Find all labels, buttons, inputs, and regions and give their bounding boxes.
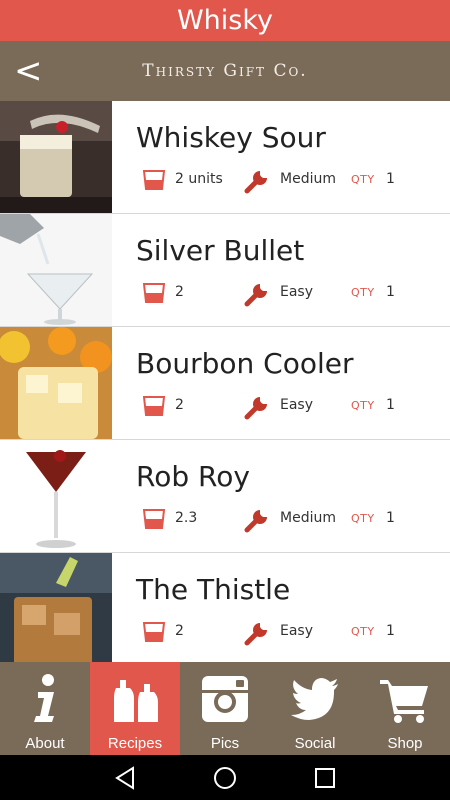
recipe-row-bourbon-cooler[interactable]: Bourbon Cooler 2 Easy QTY 1 bbox=[0, 327, 450, 440]
qty-label: QTY bbox=[351, 399, 375, 412]
qty-value: 1 bbox=[386, 510, 395, 526]
recipe-photo bbox=[0, 101, 112, 213]
recipe-name: Silver Bullet bbox=[136, 234, 305, 267]
difficulty-value: Easy bbox=[280, 623, 314, 639]
recipe-name: Whiskey Sour bbox=[136, 121, 326, 154]
wrench-icon bbox=[244, 397, 267, 420]
brand-bar: < Thirsty Gift Co. bbox=[0, 41, 450, 101]
wrench-icon bbox=[244, 171, 267, 194]
recipe-list: Whiskey Sour 2 units Medium QTY 1 Silver… bbox=[0, 101, 450, 662]
qty-label: QTY bbox=[351, 625, 375, 638]
qty-label: QTY bbox=[351, 286, 375, 299]
recipe-name: Bourbon Cooler bbox=[136, 347, 354, 380]
tab-pics[interactable]: Pics bbox=[180, 662, 270, 755]
tab-label: About bbox=[25, 735, 65, 752]
back-triangle-icon[interactable] bbox=[111, 764, 139, 792]
tab-label: Pics bbox=[210, 735, 240, 752]
units-value: 2 bbox=[175, 623, 184, 639]
wrench-icon bbox=[244, 623, 267, 646]
recipe-photo bbox=[0, 327, 112, 439]
units-value: 2 bbox=[175, 284, 184, 300]
difficulty-value: Easy bbox=[280, 397, 314, 413]
app-title: Whisky bbox=[0, 0, 450, 41]
difficulty-value: Easy bbox=[280, 284, 314, 300]
recipe-meta: 2 Easy QTY 1 bbox=[143, 617, 443, 647]
qty-value: 1 bbox=[386, 623, 395, 639]
recipe-meta: 2.3 Medium QTY 1 bbox=[143, 504, 443, 534]
recipe-name: Rob Roy bbox=[136, 460, 250, 493]
recipe-photo bbox=[0, 214, 112, 326]
twitter-icon bbox=[291, 678, 338, 720]
tab-label: Shop bbox=[387, 735, 423, 752]
qty-label: QTY bbox=[351, 173, 375, 186]
tab-social[interactable]: Social bbox=[270, 662, 360, 755]
wrench-icon bbox=[244, 510, 267, 533]
glass-icon bbox=[143, 396, 165, 416]
glass-icon bbox=[143, 283, 165, 303]
qty-value: 1 bbox=[386, 284, 395, 300]
tab-about[interactable]: About bbox=[0, 662, 90, 755]
recents-square-icon[interactable] bbox=[311, 764, 339, 792]
recipe-meta: 2 Easy QTY 1 bbox=[143, 391, 443, 421]
recipe-row-the-thistle[interactable]: The Thistle 2 Easy QTY 1 bbox=[0, 553, 450, 662]
glass-icon bbox=[143, 170, 165, 190]
difficulty-value: Medium bbox=[280, 171, 336, 187]
qty-label: QTY bbox=[351, 512, 375, 525]
recipe-row-whiskey-sour[interactable]: Whiskey Sour 2 units Medium QTY 1 bbox=[0, 101, 450, 214]
qty-value: 1 bbox=[386, 397, 395, 413]
bottles-icon bbox=[114, 680, 158, 722]
system-nav-bar bbox=[0, 755, 450, 800]
tab-recipes[interactable]: Recipes bbox=[90, 662, 180, 755]
brand-name: Thirsty Gift Co. bbox=[142, 61, 308, 81]
tab-bar: About Recipes Pics Social Shop bbox=[0, 662, 450, 755]
wrench-icon bbox=[244, 284, 267, 307]
glass-icon bbox=[143, 622, 165, 642]
units-value: 2 bbox=[175, 397, 184, 413]
instagram-icon bbox=[202, 676, 248, 722]
tab-label: Recipes bbox=[107, 735, 163, 752]
recipe-photo bbox=[0, 440, 112, 552]
recipe-meta: 2 Easy QTY 1 bbox=[143, 278, 443, 308]
cart-icon bbox=[380, 680, 428, 723]
units-value: 2 units bbox=[175, 171, 223, 187]
recipe-name: The Thistle bbox=[136, 573, 291, 606]
glass-icon bbox=[143, 509, 165, 529]
qty-value: 1 bbox=[386, 171, 395, 187]
recipe-row-silver-bullet[interactable]: Silver Bullet 2 Easy QTY 1 bbox=[0, 214, 450, 327]
recipe-meta: 2 units Medium QTY 1 bbox=[143, 165, 443, 195]
difficulty-value: Medium bbox=[280, 510, 336, 526]
recipe-row-rob-roy[interactable]: Rob Roy 2.3 Medium QTY 1 bbox=[0, 440, 450, 553]
tab-label: Social bbox=[294, 735, 336, 752]
tab-shop[interactable]: Shop bbox=[360, 662, 450, 755]
home-circle-icon[interactable] bbox=[211, 764, 239, 792]
recipe-photo bbox=[0, 553, 112, 662]
info-icon bbox=[34, 674, 54, 722]
units-value: 2.3 bbox=[175, 510, 198, 526]
